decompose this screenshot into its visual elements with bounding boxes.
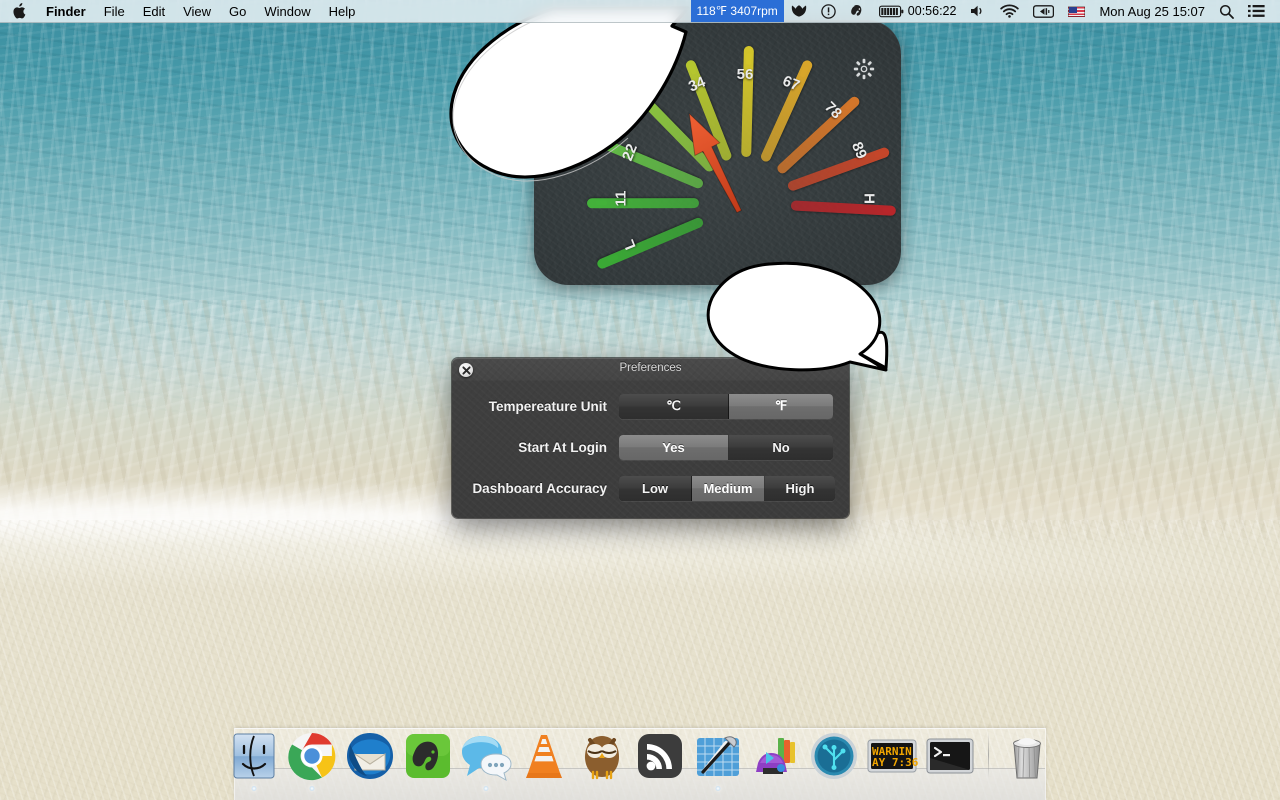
- menu-window[interactable]: Window: [255, 0, 319, 22]
- pref-row-dashboard-accuracy: Dashboard Accuracy Low Medium High: [452, 475, 849, 501]
- seg-option-login-yes[interactable]: Yes: [619, 434, 729, 460]
- dock-item-rss[interactable]: [634, 730, 686, 782]
- gear-icon[interactable]: [853, 58, 875, 80]
- dock-item-vlc[interactable]: [518, 730, 570, 782]
- dock-item-trash[interactable]: [1001, 730, 1053, 782]
- exclamation-circle-icon[interactable]: [814, 0, 843, 22]
- dial-ray: [790, 200, 896, 216]
- segmented-control-start-at-login[interactable]: Yes No: [619, 434, 833, 460]
- pref-label-start-at-login: Start At Login: [518, 439, 607, 455]
- running-indicator: [309, 786, 314, 791]
- search-icon[interactable]: [1212, 0, 1241, 22]
- apple-logo-icon[interactable]: [0, 0, 37, 22]
- fan-status-menu-extra[interactable]: 118℉ 3407rpm: [690, 0, 784, 22]
- menu-finder[interactable]: Finder: [37, 0, 95, 22]
- dock-item-led-clock[interactable]: WARNIN AY 7:36: [866, 730, 918, 782]
- pref-row-start-at-login: Start At Login Yes No: [452, 434, 849, 460]
- dock-item-terminal[interactable]: [924, 730, 976, 782]
- dock-item-messages[interactable]: [460, 730, 512, 791]
- dock-item-sourcetree[interactable]: [808, 730, 860, 782]
- dial-tick-label: H: [860, 193, 878, 204]
- fan-bat-icon[interactable]: [784, 0, 814, 22]
- menu-bar-clock[interactable]: Mon Aug 25 15:07: [1092, 4, 1212, 19]
- dial-tick: [882, 207, 894, 213]
- battery-icon: [878, 5, 904, 18]
- running-indicator: [251, 786, 256, 791]
- menu-help[interactable]: Help: [320, 0, 365, 22]
- menu-go[interactable]: Go: [220, 0, 255, 22]
- menu-bar: Finder File Edit View Go Window Help 118…: [0, 0, 1280, 23]
- seg-option-accuracy-low[interactable]: Low: [619, 475, 692, 501]
- dock-item-owl[interactable]: [576, 730, 628, 782]
- dock-items: WARNIN AY 7:36: [233, 728, 1046, 791]
- menu-bar-status-items: 118℉ 3407rpm 00:56:22 Mon Aug 25 15:07: [690, 0, 1280, 22]
- dock-item-finder[interactable]: [228, 730, 280, 791]
- seg-option-accuracy-medium[interactable]: Medium: [692, 475, 765, 501]
- dock-item-books[interactable]: [750, 730, 802, 782]
- battery-time-label: 00:56:22: [907, 4, 957, 18]
- dock-separator: [987, 732, 989, 778]
- menu-edit[interactable]: Edit: [134, 0, 174, 22]
- dial-tick: [745, 53, 752, 65]
- dock-item-chrome[interactable]: [286, 730, 338, 791]
- eject-display-icon[interactable]: [1026, 0, 1061, 22]
- pref-label-temperature-unit: Tempereature Unit: [488, 398, 607, 414]
- dial-tick-label: 78: [820, 98, 845, 123]
- dial-tick-label: 56: [736, 66, 754, 83]
- battery-menu-item[interactable]: 00:56:22: [872, 0, 964, 22]
- seg-option-login-no[interactable]: No: [729, 434, 833, 460]
- seg-option-accuracy-high[interactable]: High: [765, 475, 835, 501]
- running-indicator: [483, 786, 488, 791]
- dock: WARNIN AY 7:36: [233, 728, 1046, 800]
- dial-tick: [595, 200, 608, 206]
- wifi-icon[interactable]: [993, 0, 1026, 22]
- pref-label-dashboard-accuracy: Dashboard Accuracy: [472, 480, 607, 496]
- menu-file[interactable]: File: [95, 0, 134, 22]
- speaker-icon[interactable]: [963, 0, 993, 22]
- hint-bubble-pointer: [440, 6, 692, 191]
- elephant-icon[interactable]: [843, 0, 872, 22]
- hint-bubble-units: [700, 258, 896, 398]
- dock-item-thunderbird[interactable]: [344, 730, 396, 782]
- dock-item-xcode[interactable]: [692, 730, 744, 791]
- segmented-control-dashboard-accuracy[interactable]: Low Medium High: [619, 475, 835, 501]
- list-lines-icon[interactable]: [1241, 0, 1272, 22]
- us-flag-icon[interactable]: [1061, 0, 1092, 22]
- dial-ray: [595, 216, 705, 271]
- running-indicator: [715, 786, 720, 791]
- menu-bar-app-menus: Finder File Edit View Go Window Help: [0, 0, 364, 22]
- menu-view[interactable]: View: [174, 0, 220, 22]
- led-line-2: AY 7:36: [872, 756, 918, 769]
- dock-item-evernote[interactable]: [402, 730, 454, 782]
